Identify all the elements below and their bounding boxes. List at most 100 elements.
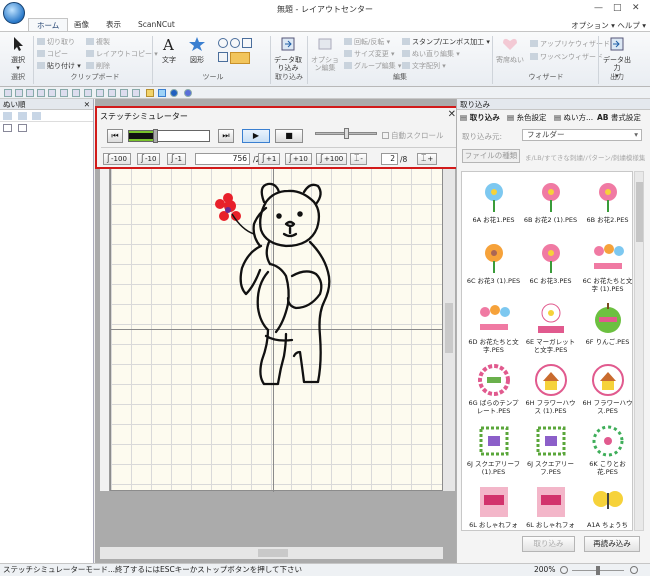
stitch-order-row[interactable] xyxy=(0,122,93,134)
resize-button[interactable]: サイズ変更 ▾ xyxy=(344,49,395,59)
step-minus-100-button[interactable]: ʃ-100 xyxy=(103,153,131,165)
visibility-eye-icon[interactable] xyxy=(3,124,12,132)
next-color-button[interactable]: ⌶+ xyxy=(417,153,438,165)
text-arrange-button[interactable]: 文字配列 ▾ xyxy=(402,61,446,71)
design-canvas[interactable] xyxy=(110,163,444,492)
print-icon[interactable] xyxy=(60,89,68,97)
save-icon[interactable] xyxy=(26,89,34,97)
vertical-scroll-thumb[interactable] xyxy=(445,303,453,353)
design-thumbnail[interactable]: 6E マーガレットと文字.PES xyxy=(523,298,578,358)
undo-icon[interactable] xyxy=(37,89,45,97)
zoom-in-icon[interactable] xyxy=(630,566,638,574)
wireframe-icon[interactable] xyxy=(132,89,140,97)
play-button[interactable]: ▶ xyxy=(242,129,270,143)
cut-button[interactable]: 切り取り xyxy=(37,37,75,47)
step-minus-10-button[interactable]: ʃ-10 xyxy=(137,153,161,165)
tab-import[interactable]: ▤ 取り込み xyxy=(460,112,500,123)
step-plus-10-button[interactable]: ʃ+10 xyxy=(285,153,312,165)
source-select[interactable]: フォルダー ▾ xyxy=(522,129,642,141)
stitch-edit-button[interactable]: ぬい直り編集 ▾ xyxy=(402,49,460,59)
tab-text-format[interactable]: AB 書式設定 xyxy=(597,112,641,123)
info-icon[interactable] xyxy=(184,89,192,97)
current-stitch-field[interactable]: 756 xyxy=(195,153,250,165)
options-edit-button[interactable]: オプション編集 xyxy=(310,36,340,72)
design-thumbnail[interactable]: A1A ちょうちょ.pes xyxy=(580,481,632,530)
horizontal-scroll-thumb[interactable] xyxy=(258,549,288,557)
new-icon[interactable] xyxy=(4,89,12,97)
shape-tool-button[interactable]: 図形 xyxy=(185,36,209,64)
panel-close-icon[interactable]: ✕ xyxy=(84,99,90,110)
thumbnail-scroll-thumb[interactable] xyxy=(636,182,643,242)
help-menu[interactable]: ヘルプ xyxy=(617,21,640,30)
reimport-button[interactable]: 再読み込み xyxy=(584,536,640,552)
zoom-slider-thumb[interactable] xyxy=(596,566,600,575)
design-thumbnail[interactable]: 6H フラワーハウス.PES xyxy=(580,359,632,419)
color-sort-icon[interactable] xyxy=(158,89,166,97)
redo-icon[interactable] xyxy=(48,89,56,97)
design-thumbnail[interactable]: 6F りんご.PES xyxy=(580,298,632,358)
tab-view[interactable]: 表示 xyxy=(98,18,129,32)
design-thumbnail[interactable]: 6B お花2.PES xyxy=(580,176,632,236)
grid-icon[interactable] xyxy=(84,89,92,97)
stitch-progress-track[interactable] xyxy=(128,129,210,143)
design-thumbnail[interactable]: 6C お花たちと文字 (1).PES xyxy=(580,237,632,297)
go-end-button[interactable]: ⏭ xyxy=(218,129,234,143)
app-menu-icon[interactable] xyxy=(3,2,25,24)
auto-scroll-checkbox[interactable]: 自動スクロール xyxy=(382,130,444,141)
simulator-icon[interactable] xyxy=(146,89,154,97)
tab-sew-type[interactable]: ▤ ぬい方... xyxy=(554,112,593,123)
copy-button[interactable]: コピー xyxy=(37,49,68,59)
design-thumbnail[interactable]: 6C お花3.PES xyxy=(523,237,578,297)
design-thumbnail[interactable]: 6D お花たちと文字.PES xyxy=(466,298,521,358)
group-edit-button[interactable]: グループ編集 ▾ xyxy=(344,61,401,71)
zoom-in-icon[interactable] xyxy=(218,38,228,48)
step-minus-1-button[interactable]: ʃ-1 xyxy=(167,153,187,165)
design-thumbnail[interactable]: 6A お花1.PES xyxy=(466,176,521,236)
design-thumbnail[interactable]: 6H フラワーハウス (1).PES xyxy=(523,359,578,419)
design-thumbnail[interactable]: 6K こりとお花.PES xyxy=(580,420,632,480)
step-plus-100-button[interactable]: ʃ+100 xyxy=(316,153,348,165)
duplicate-button[interactable]: 複製 xyxy=(86,37,110,47)
rotate-flip-button[interactable]: 回転/反転 ▾ xyxy=(344,37,390,47)
speed-slider-thumb[interactable] xyxy=(344,128,349,139)
design-thumbnail[interactable]: 6J スクエアリーフ.PES xyxy=(523,420,578,480)
sort-icon[interactable] xyxy=(3,112,12,120)
realistic-view-icon[interactable] xyxy=(96,89,104,97)
stitch-progress-thumb[interactable] xyxy=(153,129,158,143)
stop-button[interactable]: ■ xyxy=(275,129,303,143)
tab-thread-color[interactable]: ▤ 糸色設定 xyxy=(507,112,546,123)
pan-hand-icon[interactable] xyxy=(230,52,250,64)
text-tool-button[interactable]: A 文字 xyxy=(158,36,180,64)
lock-icon[interactable] xyxy=(17,124,27,132)
import-button[interactable]: 取り込み xyxy=(522,536,575,552)
zoom-out-icon[interactable] xyxy=(560,566,568,574)
design-thumbnail[interactable]: 6G ばらのテンプレート.PES xyxy=(466,359,521,419)
current-color-field[interactable]: 2 xyxy=(381,153,398,165)
wappen-wizard-button[interactable]: ワッペンウィザード xyxy=(530,52,603,62)
paste-button[interactable]: 貼り付け ▾ xyxy=(37,61,81,71)
select-button[interactable]: 選択 ▾ xyxy=(6,36,30,72)
zoom-page-icon[interactable] xyxy=(218,52,228,62)
options-help-menu[interactable]: オプション ▾ ヘルプ ▾ xyxy=(571,20,646,31)
canvas-horizontal-scrollbar[interactable] xyxy=(100,547,443,559)
canvas-vertical-scrollbar[interactable] xyxy=(443,163,455,491)
tab-image[interactable]: 画像 xyxy=(66,18,97,32)
design-thumbnail[interactable]: 6B お花2 (1).PES xyxy=(523,176,578,236)
zoom-fit-icon[interactable] xyxy=(242,38,252,48)
simulator-close-icon[interactable]: ✕ xyxy=(448,109,456,120)
design-thumbnail[interactable]: 6J スクエアリーフ (1).PES xyxy=(466,420,521,480)
options-menu[interactable]: オプション xyxy=(571,21,609,30)
prev-color-button[interactable]: ⌶- xyxy=(350,153,367,165)
zoom-out-icon[interactable] xyxy=(230,38,240,48)
file-type-button[interactable]: ファイルの種類 xyxy=(462,149,520,163)
minimize-icon[interactable]: — xyxy=(594,3,603,13)
preview-icon[interactable] xyxy=(72,89,80,97)
data-import-button[interactable]: データ取り込み xyxy=(274,36,302,72)
favorite-stitch-button[interactable]: 寄席ぬい xyxy=(496,36,524,64)
measure-icon[interactable] xyxy=(120,89,128,97)
delete-button[interactable]: 削除 xyxy=(86,61,110,71)
thumbnail-scrollbar[interactable] xyxy=(634,171,644,531)
checkbox-icon[interactable] xyxy=(382,132,389,139)
design-thumbnail[interactable]: 6L おしゃれフォント (1).PES xyxy=(466,481,521,530)
go-start-button[interactable]: ⏮ xyxy=(107,129,123,143)
